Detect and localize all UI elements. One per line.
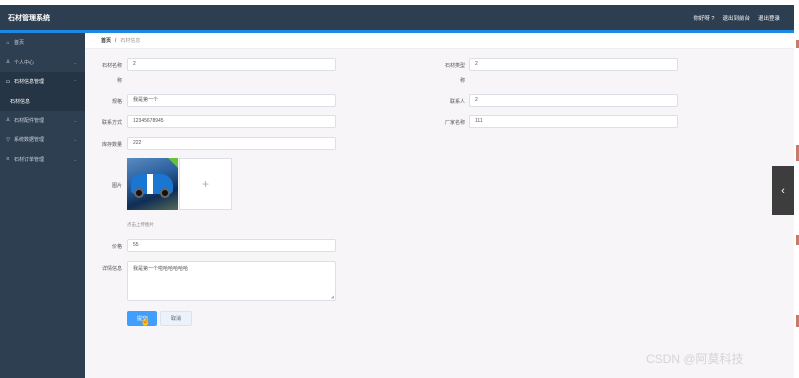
sidebar-item-personal-center[interactable]: ♙ 个人中心 ⌄ <box>0 53 85 73</box>
contact-input[interactable]: 2 <box>469 94 678 107</box>
mouse-cursor-icon: ☝ <box>140 316 152 326</box>
sidebar-item-stone-parts[interactable]: ♙ 石材配件管理 ⌄ <box>0 111 85 131</box>
header-frontend-link[interactable]: 退出到前台 <box>722 14 750 22</box>
filter-icon: ▽ <box>6 136 10 143</box>
upload-add-button[interactable]: + <box>179 158 232 210</box>
spec-label: 规格 <box>111 99 122 105</box>
breadcrumb-current: 石材信息 <box>120 38 141 44</box>
sidebar-item-label: 石材配件管理 <box>14 117 45 124</box>
upload-hint: 点击上传图片 <box>127 222 154 227</box>
user-icon: ♙ <box>5 59 11 66</box>
manufacturer-input[interactable]: 111 <box>469 115 678 128</box>
user-group-icon: ♙ <box>5 117 11 124</box>
spec-input[interactable]: 我是第一个 <box>127 94 336 107</box>
sidebar-item-stone-info-manage[interactable]: ▭ 石材信息管理 ⌃ <box>0 72 85 92</box>
sidebar-item-label: 个人中心 <box>14 59 35 66</box>
sidebar-subitem-label: 石材信息 <box>10 98 31 105</box>
plus-icon: + <box>201 177 209 191</box>
phone-input[interactable]: 12345678945 <box>127 115 336 128</box>
menu-icon: ≡ <box>6 156 10 163</box>
app-title: 石材管理系统 <box>8 15 50 22</box>
chevron-left-icon: ‹ <box>781 184 785 197</box>
cancel-button[interactable]: 取消 <box>160 311 192 326</box>
breadcrumb-home[interactable]: 首页 <box>101 37 111 44</box>
stone-type-label: 石材类型 <box>444 63 465 69</box>
uploaded-car-image[interactable] <box>127 158 178 210</box>
chevron-down-icon: ⌄ <box>73 59 77 65</box>
stock-input[interactable]: 222 <box>127 137 336 150</box>
image-label: 图片 <box>111 183 122 189</box>
sidebar-subitem-stone-info[interactable]: 石材信息 <box>0 91 85 111</box>
watermark: CSDN @阿莫科技 <box>646 352 744 366</box>
sidebar-item-stone-orders[interactable]: ≡ 石材订单管理 ⌄ <box>0 150 85 170</box>
chevron-down-icon: ⌄ <box>73 117 77 123</box>
price-label: 价格 <box>111 244 122 250</box>
stone-name-label-wrap: 称 <box>116 78 122 84</box>
image-uploader: + <box>127 158 232 210</box>
list-icon: ▭ <box>5 78 11 85</box>
phone-label: 联系方式 <box>101 120 122 126</box>
breadcrumb: 首页 / 石材信息 <box>85 33 799 49</box>
resize-handle-icon[interactable]: ◢ <box>331 294 334 299</box>
stone-name-input[interactable]: 2 <box>127 58 336 71</box>
detail-label: 详情信息 <box>101 266 122 272</box>
manufacturer-label: 厂家名称 <box>444 120 465 126</box>
stone-name-label: 石材名称 <box>101 63 122 69</box>
sidebar: ⌂ 首页 ♙ 个人中心 ⌄ ▭ 石材信息管理 ⌃ 石材信息 ♙ 石材配件管理 ⌄… <box>0 33 85 378</box>
home-icon: ⌂ <box>6 39 10 46</box>
stone-type-label-wrap: 称 <box>459 78 465 84</box>
detail-text: 我是第一个啦哈哈哈哈哈 <box>133 266 189 272</box>
upload-success-badge <box>168 158 178 168</box>
price-input[interactable]: 55 <box>127 239 336 252</box>
contact-label: 联系人 <box>449 99 465 105</box>
sidebar-item-home[interactable]: ⌂ 首页 <box>0 33 85 53</box>
stone-type-input[interactable]: 2 <box>469 58 678 71</box>
header-greeting[interactable]: 你好呀 ? <box>693 14 714 22</box>
sidebar-item-label: 石材订单管理 <box>14 156 45 163</box>
chevron-down-icon: ⌄ <box>73 156 77 162</box>
sidebar-item-label: 系统数据管理 <box>14 137 45 144</box>
detail-textarea[interactable]: 我是第一个啦哈哈哈哈哈 ◢ <box>127 261 336 301</box>
chevron-down-icon: ⌄ <box>73 137 77 142</box>
header-links: 你好呀 ? 退出到前台 退出登录 <box>693 14 780 22</box>
chevron-up-icon: ⌃ <box>73 79 77 84</box>
sidebar-item-system-data[interactable]: ▽ 系统数据管理 ⌄ <box>0 130 85 150</box>
breadcrumb-separator: / <box>115 37 117 44</box>
top-header: 石材管理系统 你好呀 ? 退出到前台 退出登录 <box>0 5 794 30</box>
sidebar-item-label: 首页 <box>14 40 25 47</box>
header-logout-link[interactable]: 退出登录 <box>758 14 780 22</box>
stock-label: 库存数量 <box>101 142 122 148</box>
sidebar-item-label: 石材信息管理 <box>14 79 45 86</box>
collapse-panel-tab[interactable]: ‹ <box>772 166 794 215</box>
